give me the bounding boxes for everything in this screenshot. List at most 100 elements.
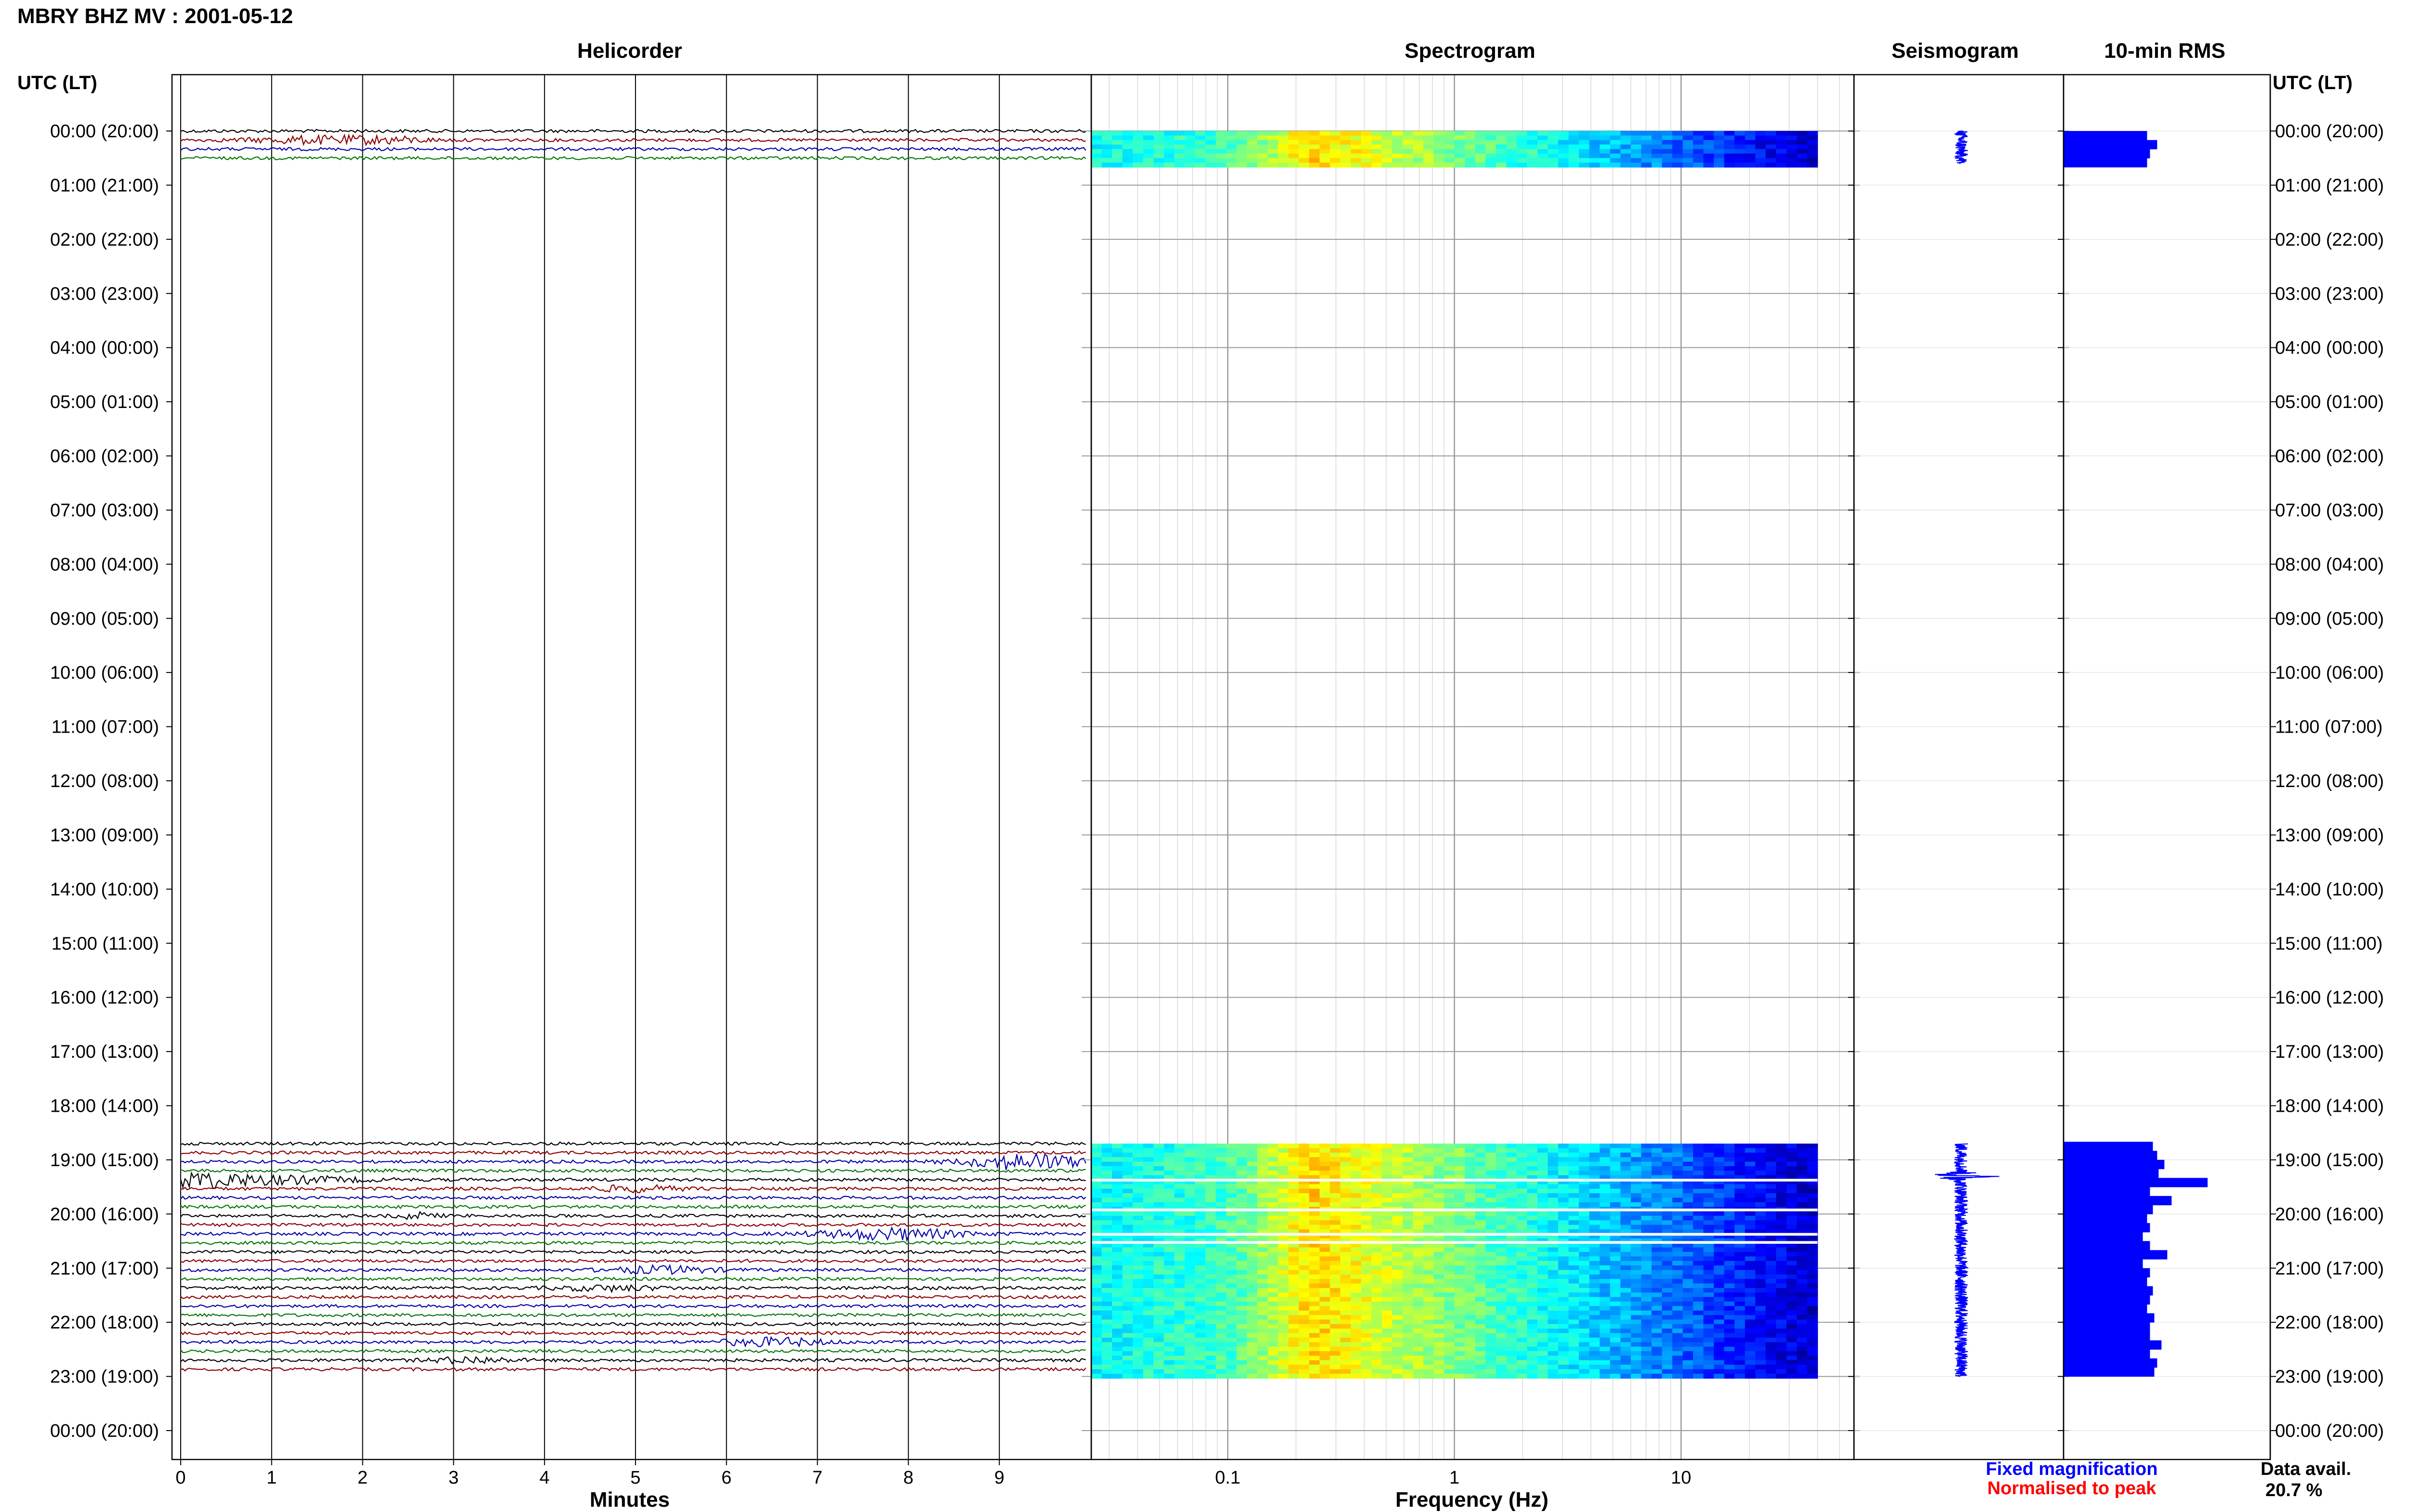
spectrogram-cell — [1184, 1220, 1196, 1225]
spectrogram-cell — [1174, 158, 1185, 163]
spectrogram-cell — [1662, 1297, 1673, 1302]
spectrogram-cell — [1309, 1288, 1320, 1293]
spectrogram-cell — [1776, 1247, 1787, 1252]
spectrogram-cell — [1734, 1265, 1746, 1271]
spectrogram-cell — [1589, 1328, 1600, 1334]
spectrogram-cell — [1516, 1351, 1528, 1356]
spectrogram-cell — [1651, 1188, 1663, 1194]
spectrogram-cell — [1807, 1224, 1818, 1230]
spectrogram-cell — [1143, 1265, 1154, 1271]
spectrogram-cell — [1641, 1274, 1652, 1280]
spectrogram-cell — [1112, 1252, 1123, 1257]
spectrogram-cell — [1745, 149, 1756, 154]
spectrogram-cell — [1807, 162, 1818, 168]
spectrogram-cell — [1112, 1315, 1123, 1320]
spectrogram-cell — [1558, 1197, 1569, 1203]
spectrogram-cell — [1672, 1302, 1683, 1307]
spectrogram-cell — [1216, 1297, 1227, 1302]
spectrogram-cell — [1589, 1220, 1600, 1225]
spectrogram-cell — [1288, 162, 1299, 168]
spectrogram-cell — [1745, 1265, 1756, 1271]
spectrogram-cell — [1278, 1342, 1289, 1347]
spectrogram-cell — [1776, 1148, 1787, 1153]
spectrogram-cell — [1776, 1374, 1787, 1379]
spectrogram-cell — [1579, 1224, 1590, 1230]
spectrogram-cell — [1174, 162, 1185, 168]
spectrogram-cell — [1568, 1197, 1579, 1203]
spectrogram-cell — [1382, 1170, 1393, 1176]
spectrogram-cell — [1382, 1261, 1393, 1266]
spectrogram-cell — [1724, 149, 1735, 154]
spectrogram-cell — [1703, 1144, 1714, 1149]
spectrogram-cell — [1807, 1170, 1818, 1176]
time-tick-label-right: 14:00 (10:00) — [2275, 880, 2384, 900]
spectrogram-cell — [1786, 1346, 1798, 1352]
spectrogram-cell — [1527, 149, 1538, 154]
spectrogram-cell — [1558, 140, 1569, 145]
spectrogram-cell — [1371, 1306, 1382, 1311]
spectrogram-cell — [1247, 145, 1258, 150]
spectrogram-cell — [1807, 1355, 1818, 1361]
spectrogram-cell — [1465, 1346, 1476, 1352]
spectrogram-cell — [1568, 1319, 1579, 1325]
spectrogram-cell — [1247, 1365, 1258, 1370]
spectrogram-cell — [1403, 1152, 1414, 1158]
spectrogram-cell — [1693, 158, 1704, 163]
spectrogram-cell — [1174, 135, 1185, 141]
spectrogram-cell — [1423, 1216, 1434, 1221]
spectrogram-cell — [1516, 1252, 1528, 1257]
spectrogram-cell — [1257, 1319, 1268, 1325]
spectrogram-cell — [1755, 1166, 1766, 1171]
spectrogram-cell — [1184, 1202, 1196, 1208]
spectrogram-cell — [1475, 1188, 1486, 1194]
spectrogram-cell — [1216, 153, 1227, 158]
spectrogram-cell — [1298, 1283, 1310, 1288]
spectrogram-cell — [1247, 1319, 1258, 1325]
spectrogram-cell — [1703, 1315, 1714, 1320]
spectrogram-cell — [1600, 1328, 1611, 1334]
spectrogram-cell — [1693, 1193, 1704, 1198]
spectrogram-cell — [1444, 1333, 1455, 1338]
spectrogram-cell — [1423, 1306, 1434, 1311]
spectrogram-cell — [1382, 1360, 1393, 1366]
spectrogram-cell — [1413, 1144, 1424, 1149]
spectrogram-cell — [1620, 1351, 1631, 1356]
spectrogram-cell — [1423, 1374, 1434, 1379]
spectrogram-cell — [1465, 1211, 1476, 1216]
spectrogram-cell — [1568, 1288, 1579, 1293]
spectrogram-cell — [1423, 1310, 1434, 1315]
spectrogram-cell — [1257, 131, 1268, 136]
spectrogram-cell — [1226, 1270, 1237, 1275]
spectrogram-cell — [1630, 153, 1642, 158]
spectrogram-cell — [1278, 1279, 1289, 1284]
time-tick-label-right: 23:00 (19:00) — [2275, 1367, 2384, 1387]
spectrogram-cell — [1330, 1324, 1341, 1329]
spectrogram-cell — [1651, 1302, 1663, 1307]
spectrogram-cell — [1195, 1197, 1206, 1203]
spectrogram-cell — [1693, 1166, 1704, 1171]
rms-bar — [2064, 1259, 2143, 1269]
spectrogram-gap — [1091, 1233, 1818, 1236]
spectrogram-cell — [1506, 1274, 1517, 1280]
spectrogram-cell — [1226, 1152, 1237, 1158]
spectrogram-cell — [1330, 1306, 1341, 1311]
spectrogram-cell — [1319, 1256, 1331, 1262]
spectrogram-cell — [1361, 1211, 1372, 1216]
spectrogram-cell — [1693, 153, 1704, 158]
spectrogram-cell — [1184, 1346, 1196, 1352]
spectrogram-cell — [1682, 1148, 1694, 1153]
spectrogram-cell — [1537, 1265, 1549, 1271]
spectrogram-cell — [1236, 1319, 1247, 1325]
spectrogram-cell — [1382, 162, 1393, 168]
spectrogram-cell — [1350, 1161, 1362, 1167]
spectrogram-cell — [1682, 1166, 1694, 1171]
spectrogram-cell — [1330, 1365, 1341, 1370]
spectrogram-cell — [1184, 1252, 1196, 1257]
helicorder-trace — [180, 1223, 1086, 1227]
spectrogram-cell — [1548, 1360, 1559, 1366]
spectrogram-cell — [1620, 153, 1631, 158]
spectrogram-cell — [1630, 1247, 1642, 1252]
rms-bar — [2064, 1196, 2172, 1206]
spectrogram-cell — [1309, 1170, 1320, 1176]
spectrogram-cell — [1257, 162, 1268, 168]
